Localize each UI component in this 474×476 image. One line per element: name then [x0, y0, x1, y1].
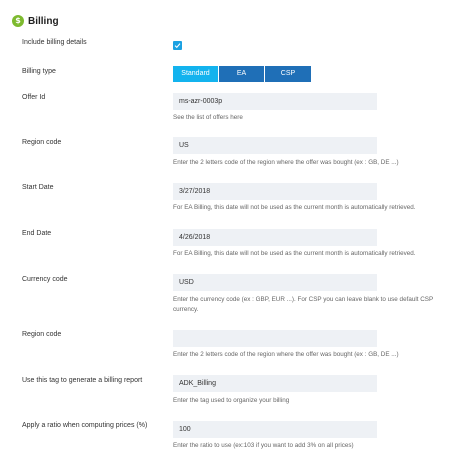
billing-tag-label: Use this tag to generate a billing repor… [22, 377, 143, 384]
region-code-2-input[interactable] [173, 330, 377, 347]
currency-code-help-line1: Enter the currency code (ex : GBP, EUR .… [173, 296, 434, 303]
section-header: $ Billing [12, 14, 59, 28]
region-code-input[interactable] [173, 137, 377, 154]
start-date-input[interactable] [173, 183, 377, 200]
start-date-label: Start Date [22, 184, 54, 191]
ratio-input[interactable] [173, 421, 377, 438]
ratio-help: Enter the ratio to use (ex:103 if you wa… [173, 442, 354, 449]
region-code-label: Region code [22, 139, 62, 146]
billing-type-ea[interactable]: EA [219, 66, 265, 82]
dollar-circle-icon: $ [12, 15, 24, 27]
billing-tag-help: Enter the tag used to organize your bill… [173, 397, 290, 404]
billing-tag-input[interactable] [173, 375, 377, 392]
end-date-input[interactable] [173, 229, 377, 246]
currency-code-label: Currency code [22, 276, 68, 283]
offer-id-help-text: See the list of offers [173, 114, 231, 121]
checkmark-icon [174, 43, 181, 49]
start-date-help: For EA Billing, this date will not be us… [173, 204, 416, 211]
currency-code-help-line2: currency. [173, 306, 199, 313]
billing-type-selector: Standard EA CSP [173, 66, 311, 82]
region-code-help: Enter the 2 letters code of the region w… [173, 159, 399, 166]
end-date-help: For EA Billing, this date will not be us… [173, 250, 416, 257]
ratio-label: Apply a ratio when computing prices (%) [22, 422, 148, 429]
include-billing-checkbox[interactable] [173, 41, 182, 50]
billing-type-standard[interactable]: Standard [173, 66, 219, 82]
offer-id-label: Offer Id [22, 94, 46, 101]
billing-type-csp[interactable]: CSP [265, 66, 311, 82]
billing-type-label: Billing type [22, 68, 56, 75]
region-code-2-help: Enter the 2 letters code of the region w… [173, 351, 399, 358]
section-title: Billing [28, 15, 59, 27]
offer-id-input[interactable] [173, 93, 377, 110]
currency-code-help: Enter the currency code (ex : GBP, EUR .… [173, 295, 463, 315]
end-date-label: End Date [22, 230, 52, 237]
offer-id-help: See the list of offers here [173, 113, 463, 123]
include-billing-label: Include billing details [22, 39, 87, 46]
currency-code-input[interactable] [173, 274, 377, 291]
offers-list-link[interactable]: here [230, 114, 243, 121]
region-code-2-label: Region code [22, 331, 62, 338]
